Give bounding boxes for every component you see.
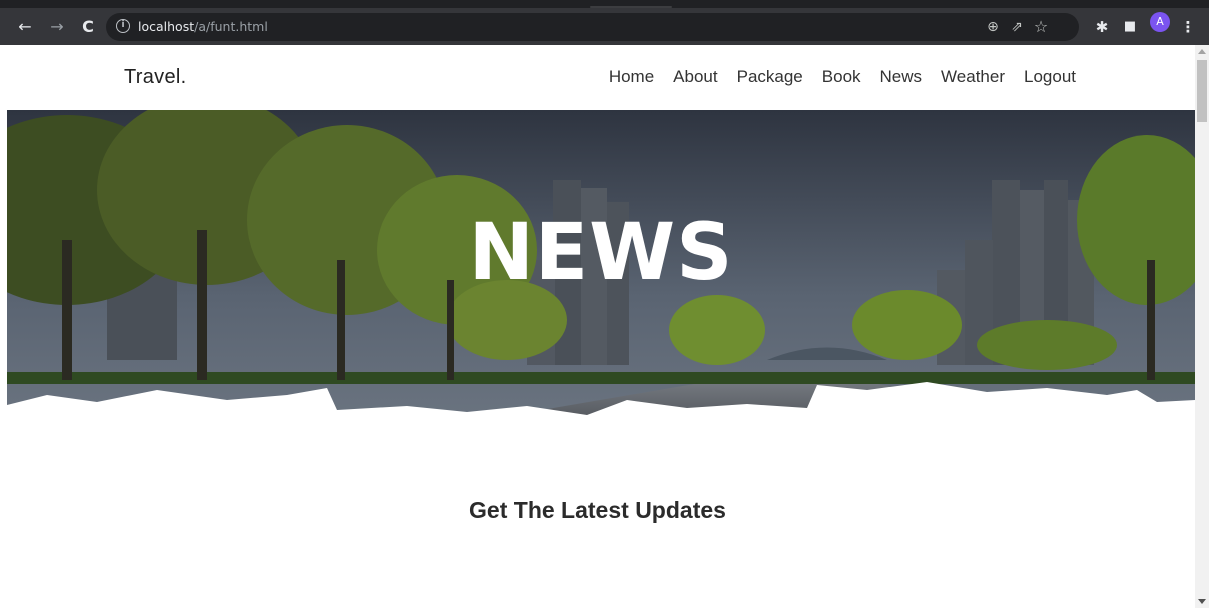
forward-arrow-icon[interactable]: → — [47, 17, 67, 37]
url-host: localhost — [138, 19, 195, 34]
browser-menu-icon[interactable]: ⋮ — [1180, 17, 1196, 37]
reload-icon[interactable]: C — [78, 17, 98, 37]
share-icon[interactable]: ⇗ — [1008, 18, 1026, 36]
url-path: /a/funt.html — [194, 19, 268, 34]
section-heading: Get The Latest Updates — [469, 497, 726, 523]
site-info-icon[interactable]: i — [116, 19, 130, 33]
address-bar[interactable]: i localhost/a/funt.html ⊕ ⇗ ☆ — [106, 13, 1079, 41]
hero-banner: NEWS — [7, 110, 1195, 450]
tab-strip — [0, 0, 1209, 8]
scroll-up-arrow-icon[interactable] — [1198, 49, 1206, 54]
nav-book[interactable]: Book — [822, 67, 861, 87]
scroll-thumb[interactable] — [1197, 60, 1207, 122]
browser-toolbar: ← → C i localhost/a/funt.html ⊕ ⇗ ☆ ✱ ■ … — [0, 8, 1209, 45]
zoom-icon[interactable]: ⊕ — [984, 18, 1002, 36]
nav-logout[interactable]: Logout — [1024, 67, 1076, 87]
side-panel-icon[interactable]: ■ — [1120, 17, 1140, 37]
profile-avatar[interactable]: A — [1150, 12, 1170, 32]
hero-title: NEWS — [468, 208, 734, 298]
nav-package[interactable]: Package — [737, 67, 803, 87]
page-viewport: Travel. Home About Package Book News Wea… — [0, 45, 1195, 608]
extensions-puzzle-icon[interactable]: ✱ — [1092, 17, 1112, 37]
nav-news[interactable]: News — [880, 67, 923, 87]
site-logo[interactable]: Travel. — [124, 66, 186, 89]
page-scrollbar[interactable] — [1195, 45, 1209, 608]
url-text[interactable]: localhost/a/funt.html — [138, 19, 268, 34]
nav-about[interactable]: About — [673, 67, 717, 87]
main-nav: Home About Package Book News Weather Log… — [609, 67, 1076, 87]
back-arrow-icon[interactable]: ← — [15, 17, 35, 37]
scroll-down-arrow-icon[interactable] — [1198, 599, 1206, 604]
nav-weather[interactable]: Weather — [941, 67, 1005, 87]
site-header: Travel. Home About Package Book News Wea… — [0, 45, 1195, 110]
bookmark-star-icon[interactable]: ☆ — [1032, 18, 1050, 36]
nav-home[interactable]: Home — [609, 67, 654, 87]
